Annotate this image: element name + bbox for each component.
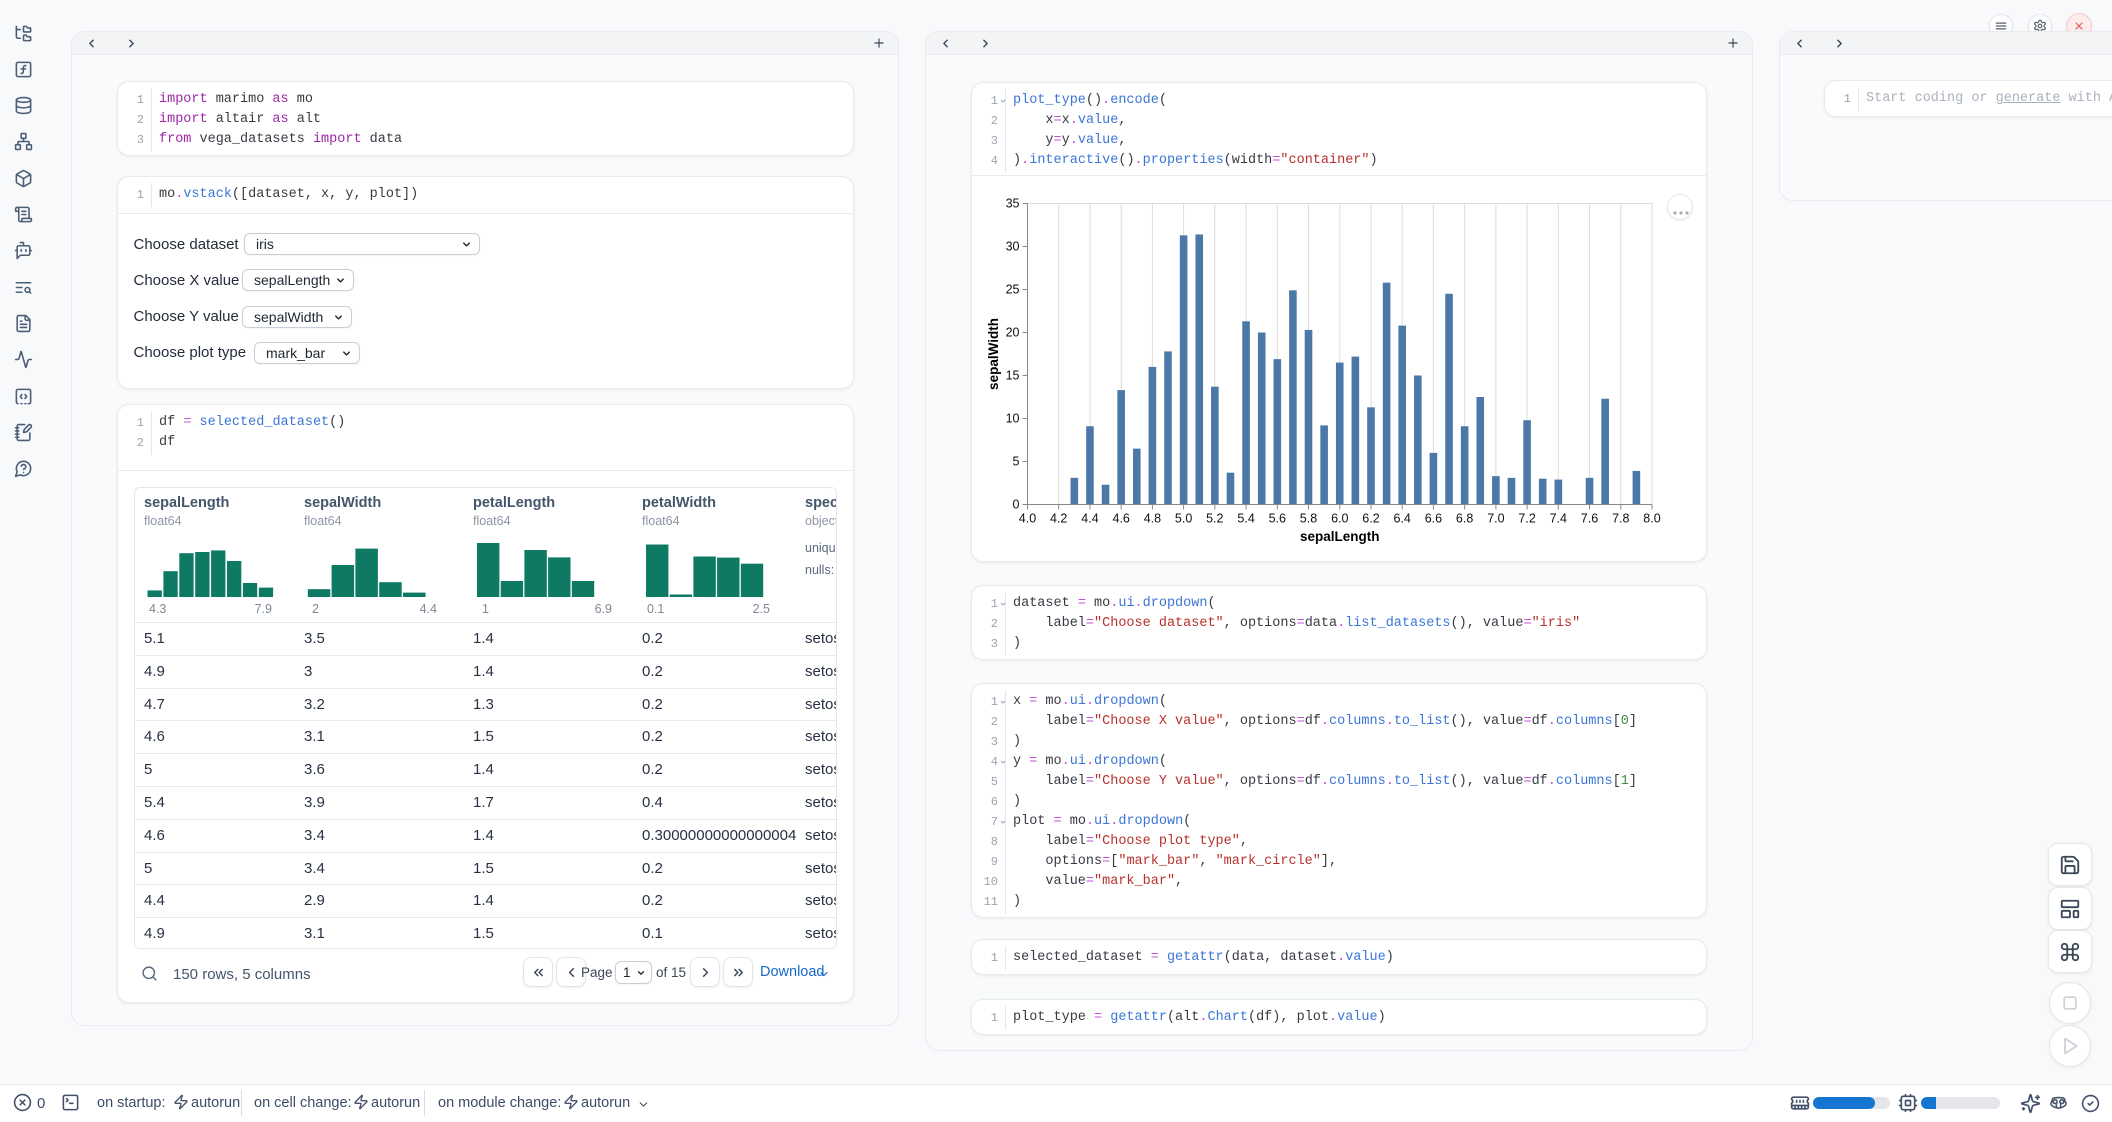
svg-text:5.2: 5.2 [1206,512,1223,526]
svg-text:sepalLength: sepalLength [1300,529,1380,544]
svg-text:7.2: 7.2 [1518,512,1535,526]
svg-text:6.6: 6.6 [1425,512,1442,526]
svg-text:25: 25 [1006,283,1020,297]
svg-text:7.0: 7.0 [1487,512,1504,526]
svg-text:30: 30 [1006,240,1020,254]
svg-text:8.0: 8.0 [1643,512,1660,526]
svg-text:6.2: 6.2 [1362,512,1379,526]
svg-text:sepalWidth: sepalWidth [986,318,1001,390]
svg-text:0: 0 [1013,498,1020,512]
svg-text:7.6: 7.6 [1581,512,1598,526]
svg-text:5.8: 5.8 [1300,512,1317,526]
svg-text:4.4: 4.4 [1081,512,1098,526]
svg-text:15: 15 [1006,369,1020,383]
svg-text:7.8: 7.8 [1612,512,1629,526]
svg-text:10: 10 [1006,412,1020,426]
svg-text:4.8: 4.8 [1144,512,1161,526]
svg-text:6.8: 6.8 [1456,512,1473,526]
svg-text:4.6: 4.6 [1113,512,1130,526]
svg-text:7.4: 7.4 [1550,512,1567,526]
svg-text:4.0: 4.0 [1019,512,1036,526]
svg-text:5: 5 [1013,455,1020,469]
svg-text:5.0: 5.0 [1175,512,1192,526]
svg-text:6.0: 6.0 [1331,512,1348,526]
svg-text:20: 20 [1006,326,1020,340]
svg-text:5.6: 5.6 [1269,512,1286,526]
svg-text:35: 35 [1006,197,1020,211]
svg-text:5.4: 5.4 [1237,512,1254,526]
svg-text:6.4: 6.4 [1394,512,1411,526]
svg-text:4.2: 4.2 [1050,512,1067,526]
